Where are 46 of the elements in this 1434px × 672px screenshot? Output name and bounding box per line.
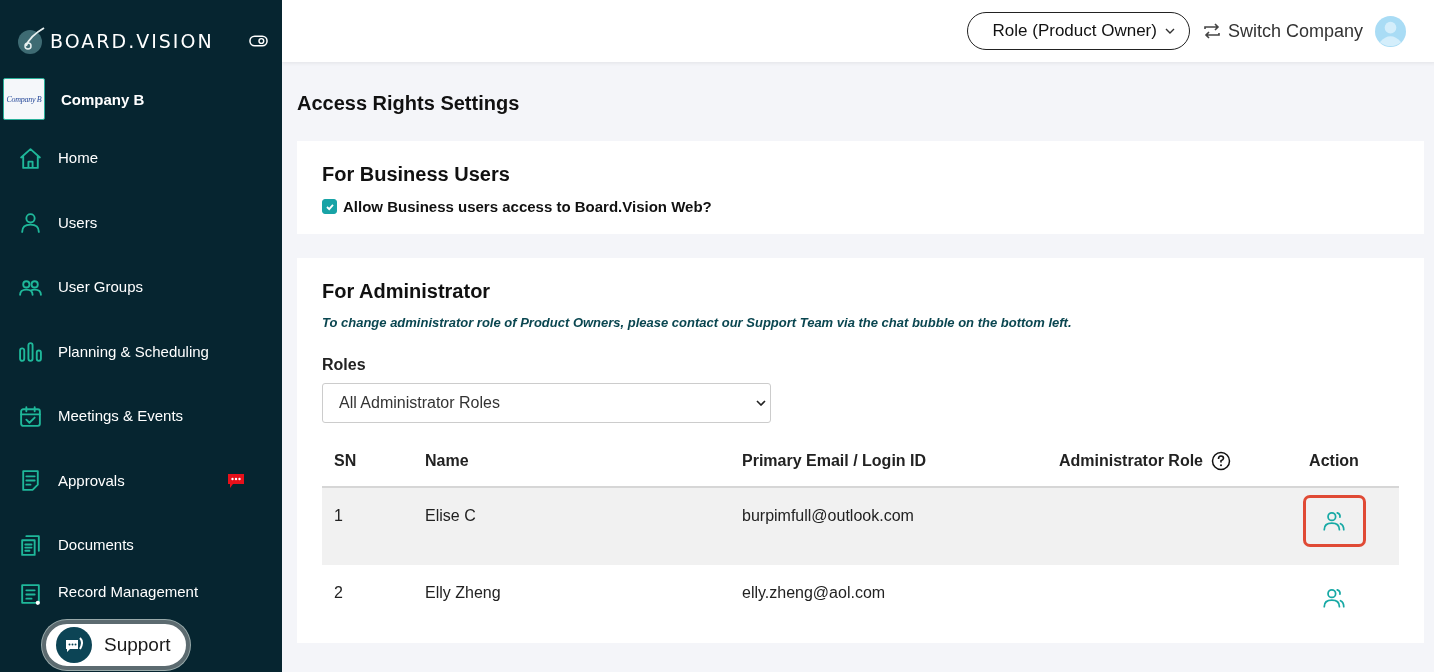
chat-icon [56, 627, 92, 663]
column-header-text: Administrator Role [1059, 452, 1203, 470]
company-logo: Company B [3, 78, 45, 120]
section-heading: For Administrator [322, 280, 492, 303]
nav-item[interactable]: Users [0, 190, 282, 255]
table-row[interactable]: 1 Elise C burpimfull@outlook.com [322, 487, 1399, 565]
manage-users-button[interactable] [1302, 495, 1366, 547]
checkmark-icon [324, 201, 335, 212]
record-icon [18, 581, 43, 607]
page-title: Access Rights Settings [297, 92, 521, 115]
nav-item[interactable]: Record Management [0, 581, 282, 612]
bar-chart-icon [18, 339, 43, 365]
table-cell: Elise C [425, 507, 476, 524]
checkbox-label: Allow Business users access to Board.Vision Web? [343, 198, 712, 215]
table-cell: 2 [334, 584, 343, 601]
help-icon[interactable] [1211, 451, 1231, 471]
info-note: To change administrator role of Product Owners, please contact our Support Team via the chat bubble on the bottom left. [322, 315, 1073, 330]
company-name: Company B [61, 90, 145, 108]
nav-item[interactable]: Documents [0, 513, 282, 578]
nav-item[interactable]: User Groups [0, 255, 282, 320]
table-cell: elly.zheng@aol.com [742, 584, 886, 601]
checkbox[interactable] [322, 199, 337, 214]
table-cell: 1 [334, 507, 343, 524]
logo-icon [16, 26, 46, 56]
brand-name: BOARD.VISION [50, 30, 215, 52]
switch-company-button[interactable]: Switch Company [1201, 20, 1363, 42]
nav-item[interactable]: Home [0, 126, 282, 191]
table-cell: Elly Zheng [425, 584, 501, 601]
roles-label: Roles [322, 356, 367, 374]
chevron-down-icon [1164, 28, 1175, 34]
roles-select[interactable]: All Administrator Roles [322, 383, 771, 423]
user-icon [18, 210, 43, 236]
documents-icon [18, 532, 43, 558]
support-button[interactable]: Support [42, 620, 190, 670]
swap-icon [1201, 21, 1222, 41]
nav-item[interactable]: Meetings & Events [0, 384, 282, 449]
calendar-icon [18, 403, 43, 429]
section-heading: For Business Users [322, 163, 511, 186]
table-cell: burpimfull@outlook.com [742, 507, 914, 524]
nav-item[interactable]: Approvals [0, 448, 282, 513]
home-icon [18, 145, 43, 171]
table-row[interactable]: 2 Elly Zheng elly.zheng@aol.com [322, 565, 1399, 643]
role-dropdown[interactable]: Role (Product Owner) [966, 12, 1190, 50]
chevron-down-icon [756, 400, 766, 406]
nav-item[interactable]: Planning & Scheduling [0, 319, 282, 384]
toggle-icon[interactable] [249, 35, 268, 47]
